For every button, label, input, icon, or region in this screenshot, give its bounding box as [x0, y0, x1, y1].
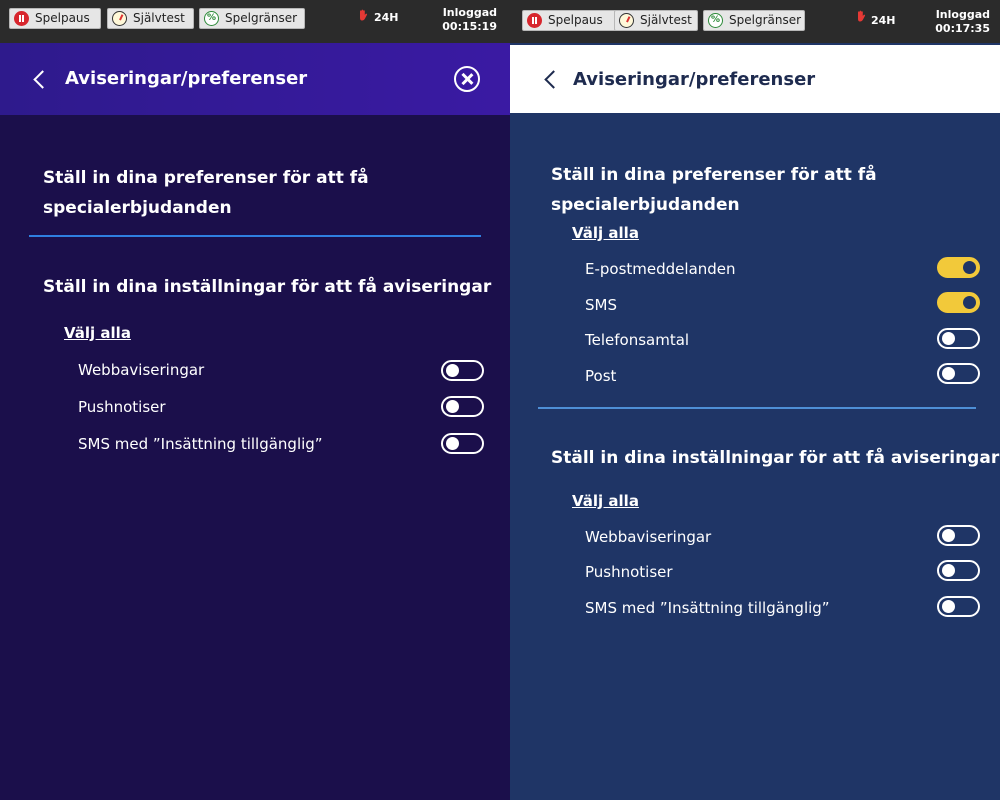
sms-toggle[interactable]: [937, 292, 980, 313]
spelgranser-button[interactable]: % Spelgränser: [199, 8, 305, 29]
email-toggle[interactable]: [937, 257, 980, 278]
option-label: Webbaviseringar: [585, 528, 712, 546]
page-title: Aviseringar/preferenser: [65, 68, 308, 89]
option-label: Pushnotiser: [78, 398, 166, 416]
pause-icon: [527, 13, 542, 28]
page-title: Aviseringar/preferenser: [573, 69, 816, 90]
limit-icon: %: [708, 13, 723, 28]
option-label: SMS med ”Insättning tillgänglig”: [78, 435, 323, 453]
toggle-knob: [942, 367, 955, 380]
toggle-knob: [446, 364, 459, 377]
right-screen: Spelpaus Självtest % Spelgränser 24H Inl…: [510, 0, 1000, 800]
section-divider: [538, 407, 976, 409]
24h-badge: 24H: [871, 14, 896, 27]
select-all-offers-link[interactable]: Välj alla: [572, 224, 639, 242]
pause-icon: [14, 11, 29, 26]
top-toolbar: Spelpaus Självtest % Spelgränser 24H Inl…: [0, 0, 510, 43]
sms-deposit-toggle[interactable]: [441, 433, 484, 454]
toggle-knob: [942, 529, 955, 542]
toggle-knob: [446, 400, 459, 413]
offers-heading: Ställ in dina preferenser för att få spe…: [43, 168, 369, 218]
phone-call-toggle[interactable]: [937, 328, 980, 349]
web-notifications-toggle[interactable]: [937, 525, 980, 546]
select-all-notifications-link[interactable]: Välj alla: [64, 324, 131, 342]
gauge-icon: [112, 11, 127, 26]
toggle-knob: [963, 261, 976, 274]
push-notifications-toggle[interactable]: [937, 560, 980, 581]
option-label: SMS: [585, 296, 617, 314]
left-screen: Spelpaus Självtest % Spelgränser 24H Inl…: [0, 0, 510, 800]
select-all-notifications-link[interactable]: Välj alla: [572, 492, 639, 510]
top-toolbar: Spelpaus Självtest % Spelgränser 24H Inl…: [510, 0, 1000, 43]
option-label: Telefonsamtal: [585, 331, 690, 349]
toggle-knob: [942, 600, 955, 613]
toggle-knob: [963, 296, 976, 309]
hand-stop-icon: [360, 9, 368, 21]
gauge-icon: [619, 13, 634, 28]
post-toggle[interactable]: [937, 363, 980, 384]
notifications-heading: Ställ in dina inställningar för att få a…: [43, 277, 492, 297]
login-status: Inloggad 00:17:35: [935, 8, 990, 35]
24h-badge: 24H: [374, 11, 399, 24]
option-label: E-postmeddelanden: [585, 260, 736, 278]
sms-deposit-toggle[interactable]: [937, 596, 980, 617]
toggle-knob: [942, 332, 955, 345]
offers-heading: Ställ in dina preferenser för att få spe…: [551, 165, 877, 215]
section-divider: [29, 235, 481, 237]
toggle-knob: [942, 564, 955, 577]
spelpaus-button[interactable]: Spelpaus: [522, 10, 619, 31]
spelgranser-button[interactable]: % Spelgränser: [703, 10, 805, 31]
spelpaus-button[interactable]: Spelpaus: [9, 8, 101, 29]
login-status: Inloggad 00:15:19: [442, 6, 497, 33]
hand-stop-icon: [858, 10, 866, 22]
sjalvtest-button[interactable]: Självtest: [107, 8, 194, 29]
option-label: SMS med ”Insättning tillgänglig”: [585, 599, 830, 617]
limit-icon: %: [204, 11, 219, 26]
option-label: Post: [585, 367, 617, 385]
sjalvtest-button[interactable]: Självtest: [614, 10, 698, 31]
toggle-knob: [446, 437, 459, 450]
notifications-heading: Ställ in dina inställningar för att få a…: [551, 448, 1000, 468]
push-notifications-toggle[interactable]: [441, 396, 484, 417]
option-label: Pushnotiser: [585, 563, 673, 581]
web-notifications-toggle[interactable]: [441, 360, 484, 381]
option-label: Webbaviseringar: [78, 361, 205, 379]
close-icon[interactable]: [454, 66, 480, 92]
